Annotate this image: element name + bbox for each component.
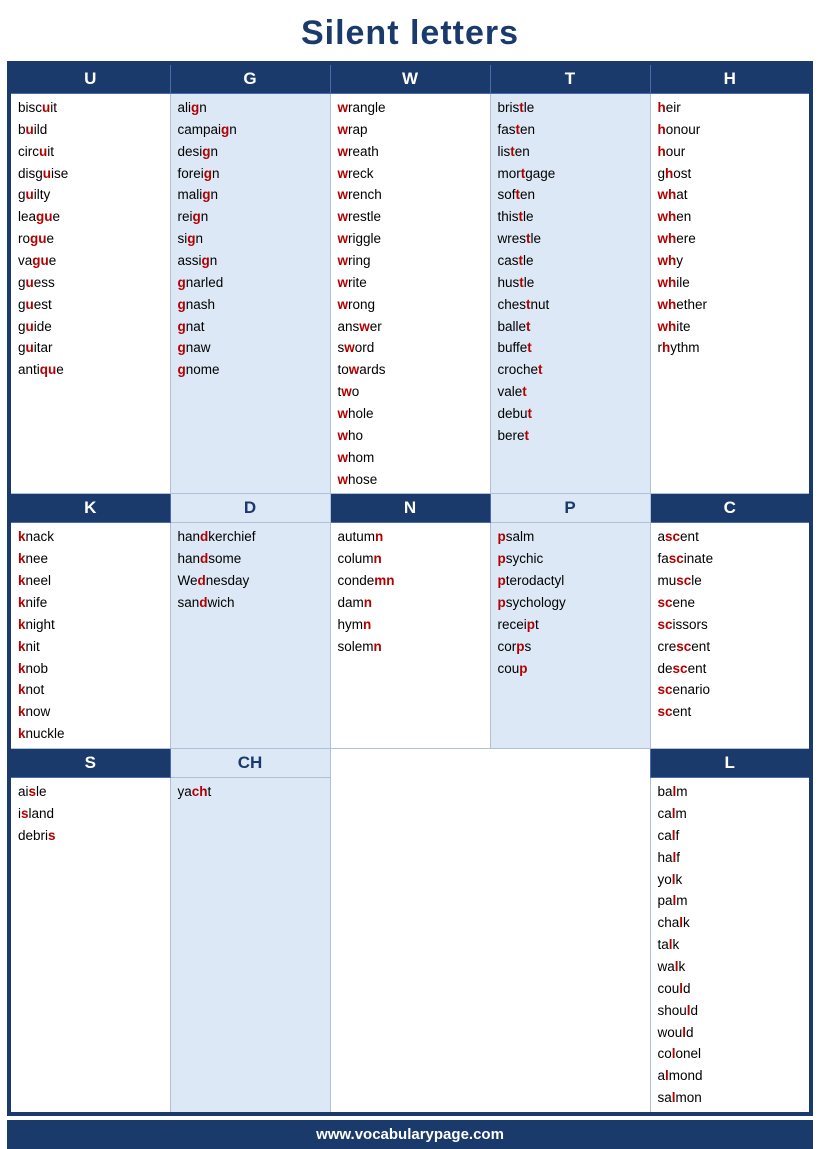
c-k: knackkneekneelknifeknightknitknobknotkno… xyxy=(10,523,170,749)
h-l: L xyxy=(650,749,810,778)
h-k: K xyxy=(10,494,170,523)
empty1 xyxy=(330,749,490,778)
c-u: biscuitbuildcircuitdisguiseguiltyleaguer… xyxy=(10,94,170,494)
h-ch: CH xyxy=(170,749,330,778)
c-t: bristlefastenlistenmortgagesoftenthistle… xyxy=(490,94,650,494)
h-t: T xyxy=(490,64,650,94)
h-w: W xyxy=(330,64,490,94)
c-c: ascentfascinatemusclescenescissorscresce… xyxy=(650,523,810,749)
h-s: S xyxy=(10,749,170,778)
h-u: U xyxy=(10,64,170,94)
c-h: heirhonourhourghostwhatwhenwherewhywhile… xyxy=(650,94,810,494)
content-wrapper: U G W T H biscuitbuildcircuitdisguisegui… xyxy=(7,61,813,1116)
c-ch: yacht xyxy=(170,778,330,1113)
main-table: U G W T H biscuitbuildcircuitdisguisegui… xyxy=(9,63,811,1114)
c-n: autumncolumncondemndamnhymnsolemn xyxy=(330,523,490,749)
c-p: psalmpsychicpterodactylpsychologyreceipt… xyxy=(490,523,650,749)
footer: www.vocabularypage.com xyxy=(7,1120,813,1149)
c-s: aisleislanddebris xyxy=(10,778,170,1113)
c-w: wranglewrapwreathwreckwrenchwrestlewrigg… xyxy=(330,94,490,494)
h-h: H xyxy=(650,64,810,94)
h-n: N xyxy=(330,494,490,523)
empty4 xyxy=(490,778,650,1113)
empty2 xyxy=(490,749,650,778)
c-d: handkerchiefhandsomeWednesdaysandwich xyxy=(170,523,330,749)
page-title: Silent letters xyxy=(0,0,820,61)
h-d: D xyxy=(170,494,330,523)
c-g: aligncampaigndesignforeignmalignreignsig… xyxy=(170,94,330,494)
h-c: C xyxy=(650,494,810,523)
c-l: balmcalmcalfhalfyolkpalmchalktalkwalkcou… xyxy=(650,778,810,1113)
empty3 xyxy=(330,778,490,1113)
h-g: G xyxy=(170,64,330,94)
h-p: P xyxy=(490,494,650,523)
